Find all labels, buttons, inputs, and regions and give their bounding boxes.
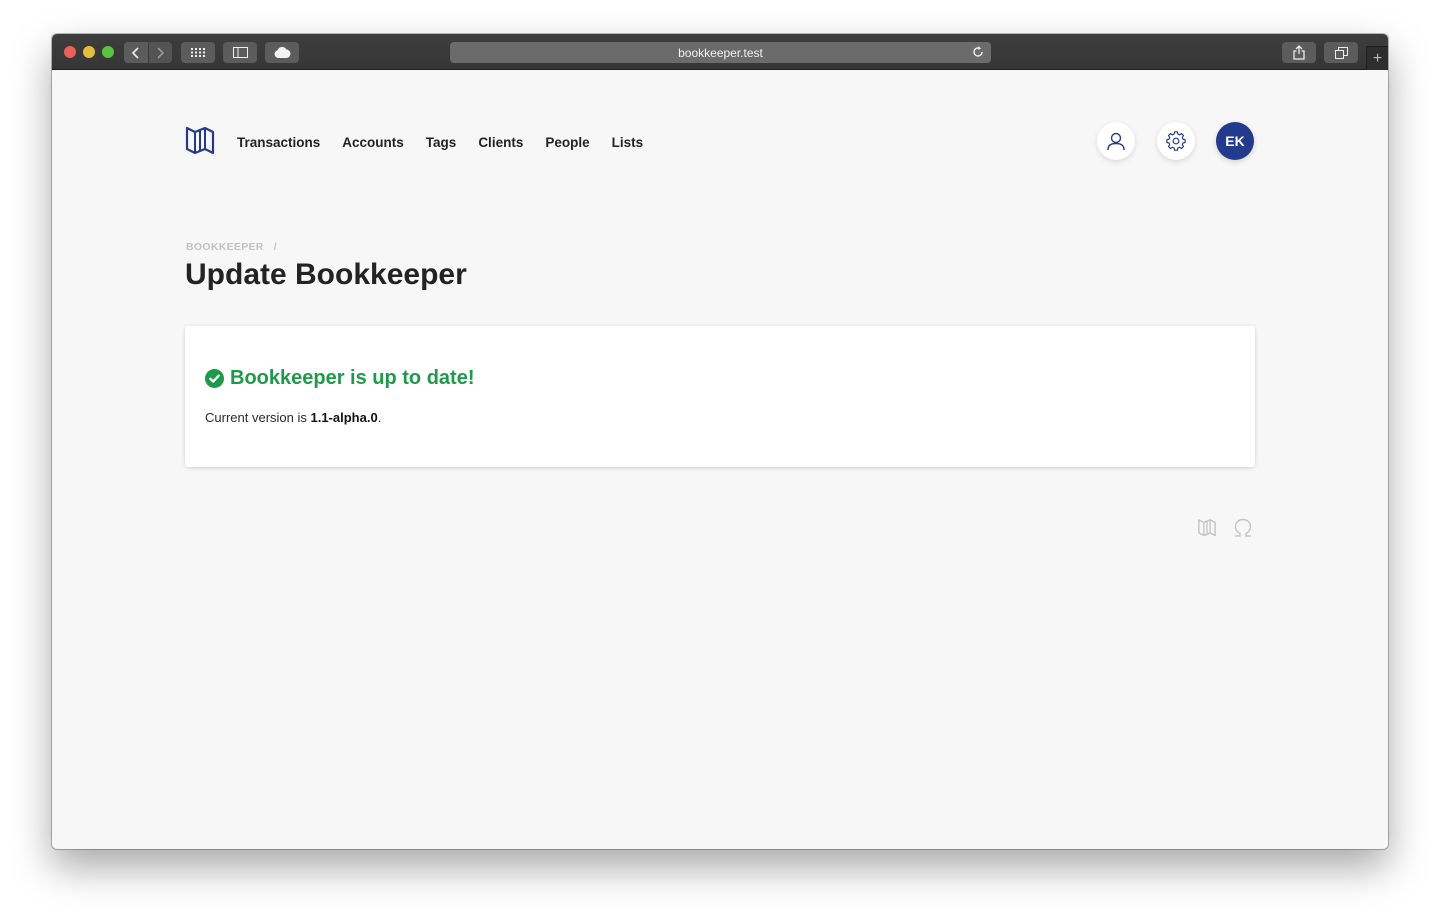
user-icon [1107, 132, 1125, 151]
status-heading: Bookkeeper is up to date! [205, 367, 475, 390]
home-logo-link[interactable] [185, 125, 215, 162]
map-icon[interactable] [1197, 518, 1217, 538]
close-window-button[interactable] [64, 46, 76, 58]
icloud-tabs-button[interactable] [265, 42, 299, 63]
main-nav-links: Transactions Accounts Tags Clients Peopl… [237, 122, 643, 162]
status-heading-text: Bookkeeper is up to date! [230, 367, 475, 389]
breadcrumb-item-bookkeeper[interactable]: BOOKKEEPER [186, 241, 264, 253]
gear-icon [1166, 131, 1186, 151]
top-sites-button[interactable] [181, 42, 215, 63]
current-version-line: Current version is 1.1-alpha.0. [205, 410, 381, 425]
browser-window: bookkeeper.test + Transactions Accounts … [52, 34, 1388, 849]
settings-button[interactable] [1157, 122, 1195, 160]
footer-icons [1197, 518, 1253, 538]
reload-icon[interactable] [971, 45, 985, 59]
show-tabs-button[interactable] [1324, 42, 1358, 63]
breadcrumb: BOOKKEEPER / [186, 241, 277, 253]
check-circle-icon [205, 369, 224, 388]
maximize-window-button[interactable] [102, 46, 114, 58]
nav-link-lists[interactable]: Lists [612, 135, 644, 150]
browser-toolbar: bookkeeper.test + [52, 34, 1388, 70]
grid-icon [191, 48, 205, 57]
breadcrumb-separator: / [273, 241, 277, 253]
profile-button[interactable] [1097, 122, 1135, 160]
version-prefix: Current version is [205, 410, 311, 425]
nav-link-clients[interactable]: Clients [478, 135, 523, 150]
top-navigation: Transactions Accounts Tags Clients Peopl… [185, 122, 1255, 162]
chevron-right-icon [157, 46, 165, 59]
share-button[interactable] [1282, 42, 1316, 63]
avatar-initials: EK [1225, 133, 1245, 149]
version-suffix: . [377, 410, 382, 425]
page-content: Transactions Accounts Tags Clients Peopl… [52, 70, 1388, 849]
nav-link-tags[interactable]: Tags [426, 135, 457, 150]
history-nav [124, 42, 172, 63]
cloud-icon [274, 47, 290, 58]
back-button[interactable] [124, 42, 148, 63]
plus-icon: + [1372, 49, 1383, 67]
share-icon [1293, 45, 1305, 60]
omega-icon[interactable] [1233, 518, 1253, 538]
nav-link-people[interactable]: People [545, 135, 589, 150]
map-icon [185, 126, 215, 155]
update-status-card: Bookkeeper is up to date! Current versio… [185, 326, 1255, 467]
chevron-left-icon [131, 46, 139, 59]
version-number: 1.1-alpha.0 [310, 410, 378, 425]
nav-link-transactions[interactable]: Transactions [237, 135, 320, 150]
sidebar-icon [232, 47, 248, 58]
address-bar[interactable]: bookkeeper.test [450, 42, 991, 63]
minimize-window-button[interactable] [83, 46, 95, 58]
url-text: bookkeeper.test [678, 45, 763, 60]
sidebar-toggle-button[interactable] [223, 42, 257, 63]
tabs-icon [1334, 46, 1348, 59]
user-avatar[interactable]: EK [1216, 122, 1254, 160]
nav-link-accounts[interactable]: Accounts [342, 135, 404, 150]
page-title: Update Bookkeeper [185, 258, 467, 291]
forward-button[interactable] [148, 42, 172, 63]
new-tab-button[interactable]: + [1366, 46, 1388, 70]
